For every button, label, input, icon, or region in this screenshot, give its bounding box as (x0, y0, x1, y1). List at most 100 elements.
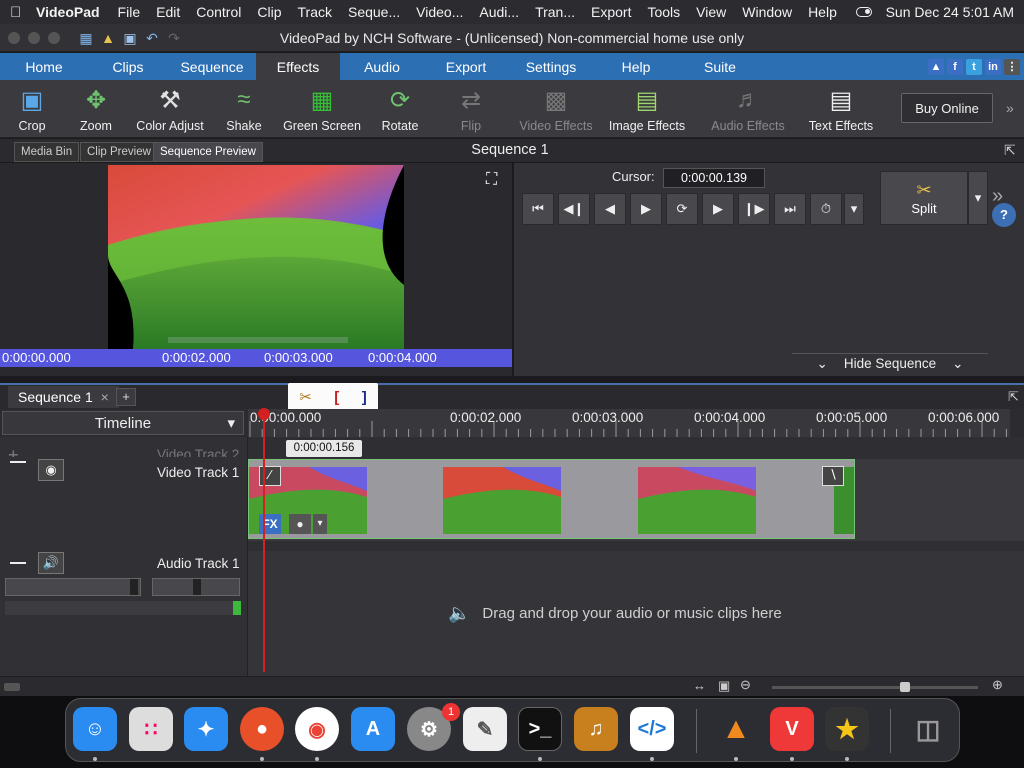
terminal-icon[interactable]: >_ (518, 707, 562, 751)
safari-icon[interactable]: ✦ (184, 707, 228, 751)
buy-online-button[interactable]: Buy Online (901, 93, 993, 123)
starred-app-icon[interactable]: ★ (825, 707, 869, 751)
add-sequence-button[interactable]: + (116, 388, 136, 406)
launchpad-icon[interactable]: ∷ (129, 707, 173, 751)
microphone-icon[interactable]: ● (289, 514, 311, 534)
flip-button[interactable]: ⇄ Flip (446, 80, 496, 138)
zoom-fit-icon[interactable]: ▣ (718, 678, 730, 694)
chrome-icon[interactable]: ◉ (295, 707, 339, 751)
firefox-icon[interactable]: ● (240, 707, 284, 751)
collapse-video-track-icon[interactable] (10, 461, 26, 463)
play-button[interactable]: ▶ (630, 193, 662, 225)
menu-app-name[interactable]: VideoPad (36, 4, 100, 20)
playhead-handle[interactable] (258, 408, 270, 420)
preview-ruler[interactable]: 0:00:00.000 0:00:02.000 0:00:03.000 0:00… (0, 349, 512, 367)
crop-button[interactable]: ▣ Crop (10, 80, 54, 138)
apple-icon[interactable]:  (10, 4, 30, 21)
go-to-end-button[interactable]: ⏭ (774, 193, 806, 225)
undock-timeline-icon[interactable]: ⇱ (1008, 389, 1019, 405)
scissors-icon[interactable]: ✂ (299, 388, 312, 406)
linkedin-icon[interactable]: in (985, 58, 1001, 75)
tab-effects[interactable]: Effects (256, 53, 340, 80)
image-effects-button[interactable]: ▤ Image Effects (606, 80, 688, 138)
vscode-icon[interactable]: </> (630, 707, 674, 751)
add-track-icon[interactable]: + (8, 445, 19, 457)
zoom-slider-handle[interactable] (900, 682, 910, 692)
ribbon-menu-icon[interactable]: ⋮ (1004, 58, 1020, 75)
text-effects-button[interactable]: ▤ Text Effects (806, 80, 876, 138)
video-clip[interactable]: ∕ ∖ FX ● ▾ (248, 459, 855, 539)
fast-forward-button[interactable]: ▶ (702, 193, 734, 225)
menu-sequence[interactable]: Seque... (348, 4, 400, 20)
zoom-slider[interactable] (772, 682, 978, 692)
close-window-button[interactable] (8, 31, 20, 44)
timer-dropdown[interactable]: ▾ (844, 193, 864, 225)
volume-slider-handle[interactable] (130, 579, 138, 595)
fit-width-icon[interactable]: ↔ (693, 678, 706, 693)
audio-track-1[interactable]: 🔈 Drag and drop your audio or music clip… (248, 551, 1024, 695)
minimize-window-button[interactable] (28, 31, 40, 44)
menu-edit[interactable]: Edit (156, 4, 180, 20)
green-screen-button[interactable]: ▦ Green Screen (282, 80, 362, 138)
rewind-button[interactable]: ◀ (594, 193, 626, 225)
go-to-start-button[interactable]: ⏮ (522, 193, 554, 225)
twitter-icon[interactable]: t (966, 58, 982, 75)
facebook-icon[interactable]: f (947, 58, 963, 75)
chevron-down-icon[interactable]: ▾ (313, 514, 327, 534)
rotate-button[interactable]: ⟳ Rotate (376, 80, 424, 138)
timeline-mode-dropdown[interactable]: Timeline ▾ (2, 411, 244, 435)
undock-icon[interactable]: ⇱ (1004, 142, 1016, 159)
tab-audio[interactable]: Audio (340, 53, 424, 80)
undo-icon[interactable]: ↶ (144, 30, 160, 46)
tab-home[interactable]: Home (0, 53, 88, 80)
trash-icon[interactable]: ◫ (906, 707, 950, 751)
menu-file[interactable]: File (118, 4, 141, 20)
next-frame-button[interactable]: ❙▶ (738, 193, 770, 225)
timeline-ruler[interactable]: 0:00:00.000 0:00:02.000 0:00:03.000 0:00… (248, 409, 1010, 437)
fade-out-icon[interactable]: ∖ (822, 466, 844, 486)
split-dropdown[interactable]: ▾ (968, 171, 988, 225)
hide-sequence-button[interactable]: ⌄ Hide Sequence ⌄ (792, 353, 988, 373)
eye-icon[interactable]: ◉ (38, 459, 64, 481)
app-store-icon[interactable]: A (351, 707, 395, 751)
cursor-time-field[interactable]: 0:00:00.139 (663, 168, 765, 188)
save-icon[interactable]: ▣ (122, 30, 138, 46)
timer-button[interactable]: ⏱ (810, 193, 842, 225)
zoom-button[interactable]: ✥ Zoom (72, 80, 120, 138)
audio-effects-button[interactable]: ♬ Audio Effects (708, 80, 788, 138)
new-project-icon[interactable]: ▦ (78, 30, 94, 46)
tab-clips[interactable]: Clips (88, 53, 168, 80)
speaker-icon[interactable]: 🔊 (38, 552, 64, 574)
collapse-audio-track-icon[interactable] (10, 562, 26, 564)
textedit-icon[interactable]: ✎ (463, 707, 507, 751)
shake-button[interactable]: ≈ Shake (222, 80, 266, 138)
control-center-icon[interactable] (855, 7, 872, 17)
vlc-icon[interactable]: ▲ (714, 707, 758, 751)
tab-export[interactable]: Export (424, 53, 508, 80)
menu-export[interactable]: Export (591, 4, 631, 20)
menu-window[interactable]: Window (742, 4, 792, 20)
pan-slider-handle[interactable] (193, 579, 201, 595)
playhead[interactable] (258, 408, 270, 672)
loop-button[interactable]: ⟳ (666, 193, 698, 225)
redo-icon[interactable]: ↷ (166, 30, 182, 46)
menubar-clock[interactable]: Sun Dec 24 5:01 AM (886, 4, 1014, 20)
menu-tools[interactable]: Tools (647, 4, 680, 20)
finder-icon[interactable]: ☺ (73, 707, 117, 751)
tab-sequence-preview[interactable]: Sequence Preview (153, 142, 263, 162)
pan-slider[interactable] (152, 578, 240, 596)
tab-help[interactable]: Help (594, 53, 678, 80)
menu-transition[interactable]: Tran... (535, 4, 575, 20)
tab-settings[interactable]: Settings (508, 53, 594, 80)
garageband-icon[interactable]: ♫ (574, 707, 618, 751)
zoom-window-button[interactable] (48, 31, 60, 44)
menu-video[interactable]: Video... (416, 4, 463, 20)
menu-track[interactable]: Track (298, 4, 332, 20)
vivaldi-icon[interactable]: V (770, 707, 814, 751)
tab-suite[interactable]: Suite (678, 53, 762, 80)
previous-frame-button[interactable]: ◀❙ (558, 193, 590, 225)
tab-clip-preview[interactable]: Clip Preview (80, 142, 158, 162)
zoom-out-icon[interactable]: ⊖ (740, 677, 751, 693)
set-in-point-icon[interactable]: [ (334, 389, 339, 406)
tab-sequence[interactable]: Sequence (168, 53, 256, 80)
